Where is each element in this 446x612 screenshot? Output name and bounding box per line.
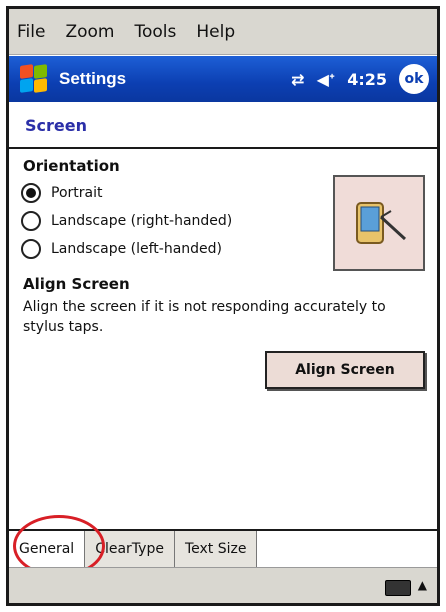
tab-cleartype[interactable]: ClearType [85,531,175,567]
radio-label: Landscape (left-handed) [51,241,223,257]
radio-landscape-right[interactable]: Landscape (right-handed) [21,211,232,231]
align-screen-button[interactable]: Align Screen [265,351,425,389]
radio-label: Portrait [51,185,103,201]
ok-button[interactable]: ok [399,64,429,94]
orientation-preview-icon [333,175,425,271]
radio-landscape-left[interactable]: Landscape (left-handed) [21,239,222,259]
radio-button[interactable] [21,211,41,231]
menu-file[interactable]: File [17,22,45,42]
settings-content: Orientation Portrait Landscape (right-ha… [9,151,437,527]
bottom-bar: ▲ [9,567,437,603]
tab-bar-fill [257,531,437,567]
radio-button[interactable] [21,239,41,259]
menu-bar: File Zoom Tools Help [9,9,437,55]
radio-label: Landscape (right-handed) [51,213,233,229]
align-description: Align the screen if it is not responding… [23,299,386,335]
start-menu-icon[interactable] [19,64,49,94]
clock[interactable]: 4:25 [347,70,387,89]
menu-help[interactable]: Help [196,22,235,42]
tab-general[interactable]: General [9,531,86,567]
status-icons: ⇄ ◀︎ᐩ 4:25 ok [291,64,429,94]
radio-button-selected[interactable] [21,183,41,203]
page-title: Screen [9,103,437,149]
align-screen-title: Align Screen [23,275,130,293]
tab-bar: General ClearType Text Size [9,529,437,567]
input-arrow-icon[interactable]: ▲ [418,578,427,592]
orientation-title: Orientation [23,157,120,175]
keyboard-icon[interactable] [385,580,411,596]
volume-icon[interactable]: ◀︎ᐩ [317,70,336,89]
menu-tools[interactable]: Tools [134,22,176,42]
menu-zoom[interactable]: Zoom [65,22,114,42]
title-bar: Settings ⇄ ◀︎ᐩ 4:25 ok [9,56,437,102]
tab-text-size[interactable]: Text Size [174,531,258,567]
connectivity-icon[interactable]: ⇄ [291,70,304,89]
window-title: Settings [59,69,127,88]
radio-portrait[interactable]: Portrait [21,183,102,203]
device-screen: File Zoom Tools Help Settings ⇄ ◀︎ᐩ 4:25… [6,6,440,606]
